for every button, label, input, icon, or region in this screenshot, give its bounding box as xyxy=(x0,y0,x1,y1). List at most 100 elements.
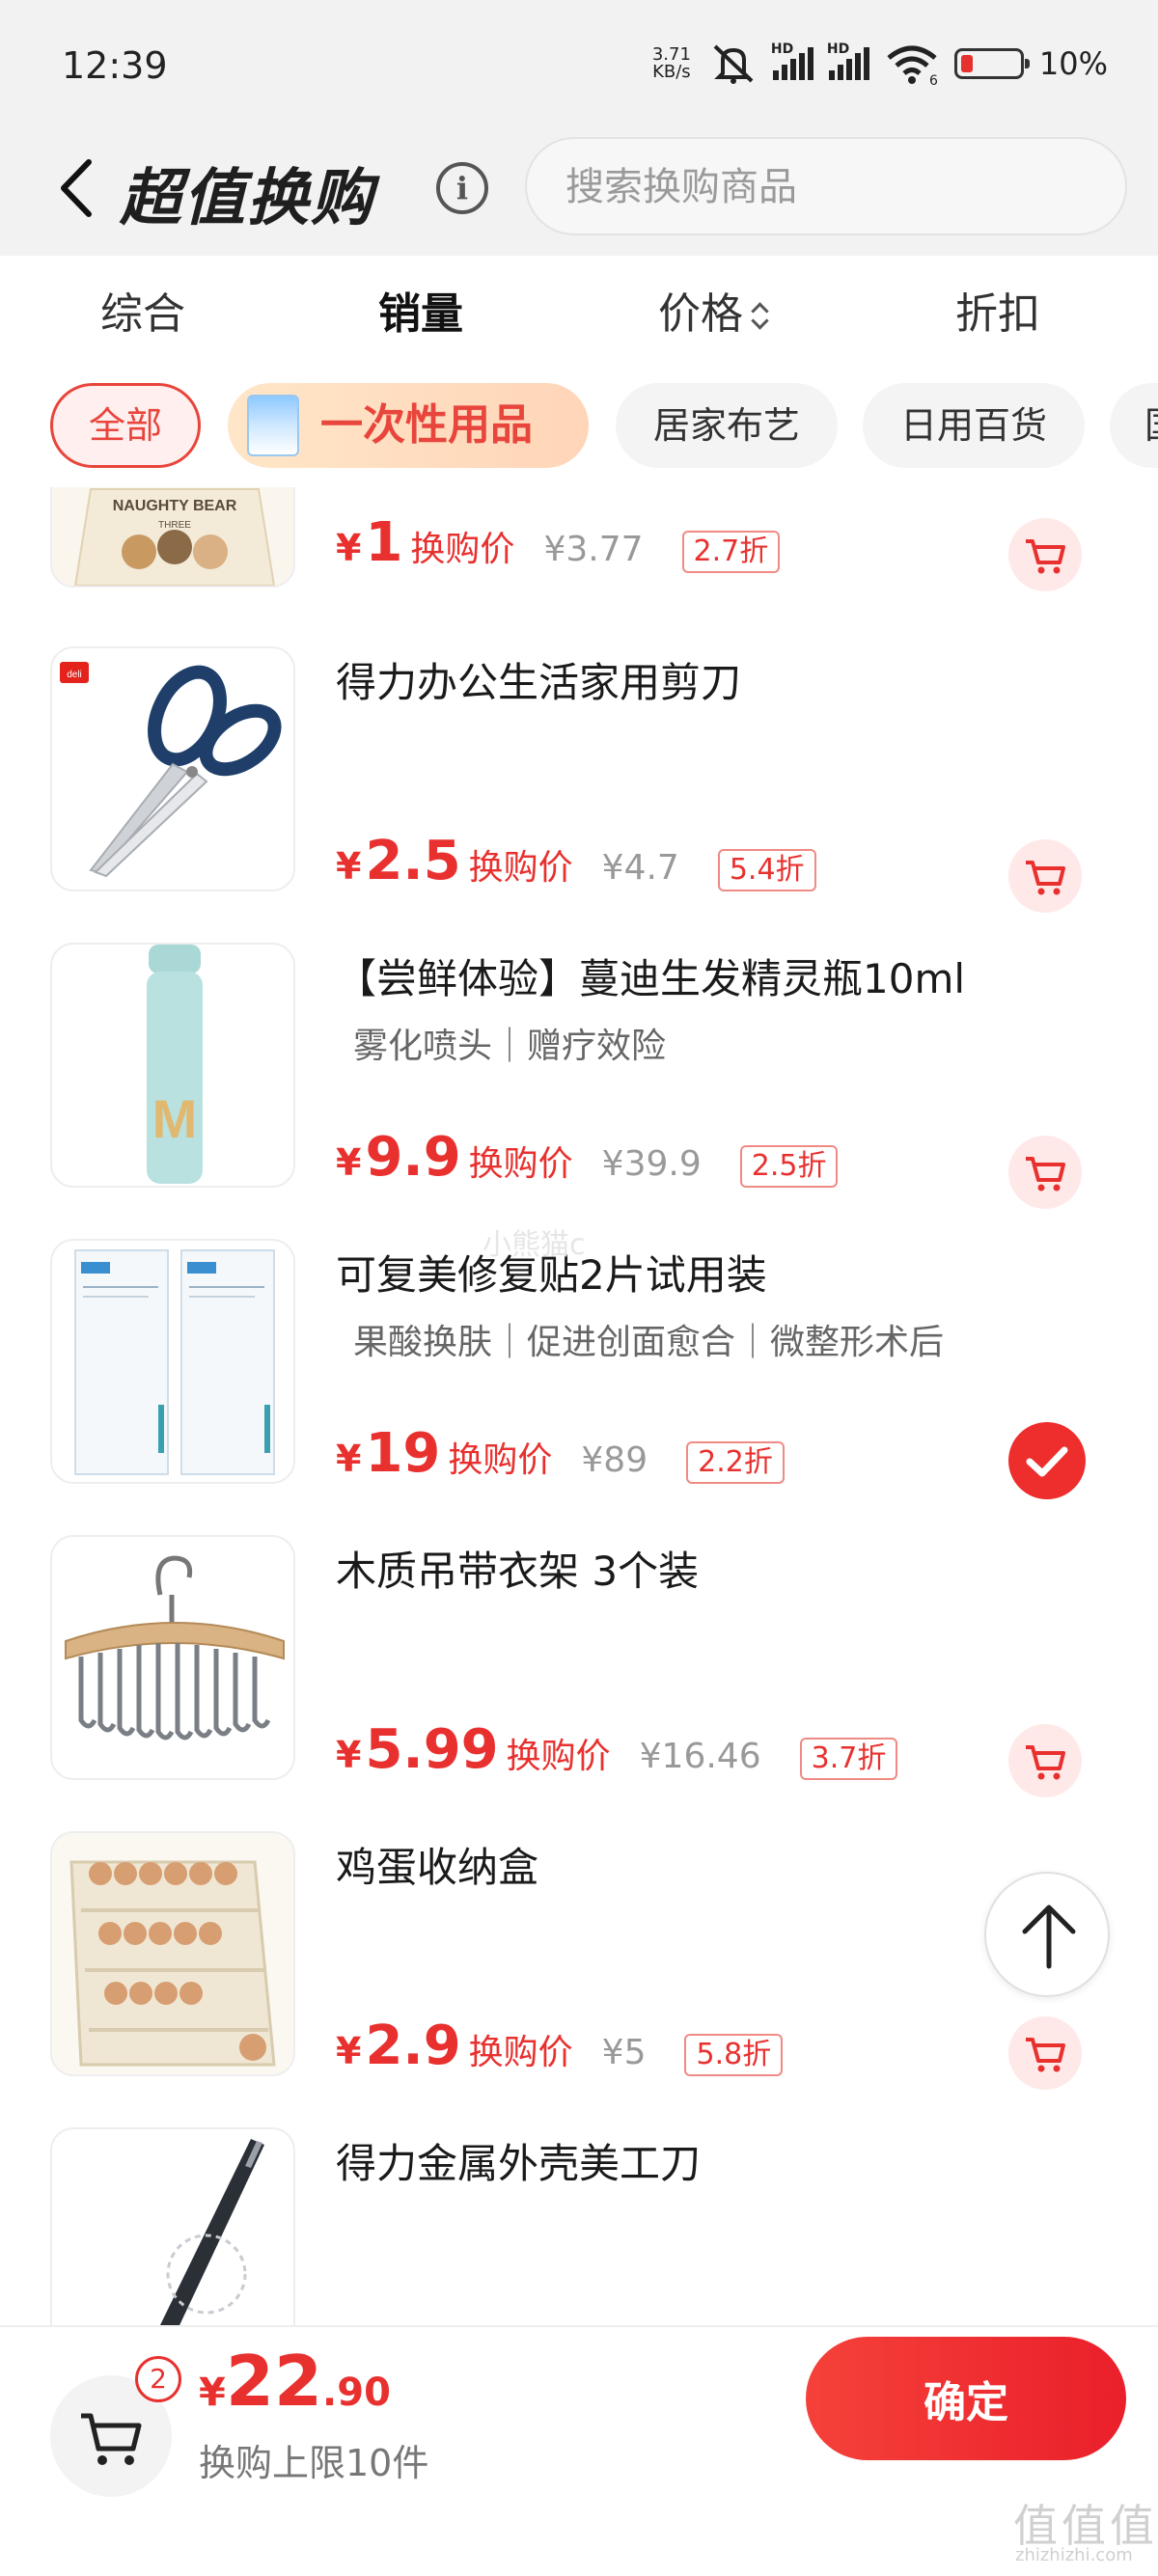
battery-icon xyxy=(953,48,1030,79)
category-more[interactable]: 国 xyxy=(1110,383,1158,468)
sort-bar: 综合 销量 价格 折扣 xyxy=(0,256,1158,362)
exchange-price: 2.9 xyxy=(365,2014,461,2077)
product-image-scissors: deli xyxy=(50,646,295,891)
exchange-price: 19 xyxy=(365,1422,441,1485)
cart-icon xyxy=(1026,1745,1065,1780)
battery-level: 10% xyxy=(1038,45,1108,82)
status-time: 12:39 xyxy=(62,44,168,87)
product-image-patch xyxy=(50,1239,295,1484)
product-list: NAUGHTY BEAR THREE ¥ 1 换购价 ¥3.77 2.7折 de… xyxy=(0,487,1158,2325)
original-price: ¥3.77 xyxy=(543,530,644,569)
cart-icon xyxy=(1026,539,1065,574)
check-icon xyxy=(1026,1446,1068,1477)
back-to-top-button[interactable] xyxy=(984,1872,1110,1997)
signal-icon-2: HD xyxy=(827,41,869,80)
status-icons: 3.71 KB/s HD HD 6 10% xyxy=(649,39,1108,89)
discount-badge: 5.8折 xyxy=(684,2034,784,2076)
watermark-text: 小熊猫c xyxy=(482,1228,586,1262)
tab-comprehensive[interactable]: 综合 xyxy=(100,279,185,341)
product-image-bag: NAUGHTY BEAR THREE xyxy=(50,487,295,588)
bottom-bar: 2 ¥22.90 换购上限10件 确定 值值值 zhizhizhi.com xyxy=(0,2325,1158,2576)
add-to-cart-button[interactable] xyxy=(1008,1136,1082,1209)
confirm-button[interactable]: 确定 xyxy=(806,2337,1126,2460)
cart-icon xyxy=(1026,1157,1065,1192)
search-box[interactable] xyxy=(525,137,1127,235)
original-price: ¥4.7 xyxy=(601,848,679,888)
mute-icon xyxy=(713,44,754,84)
svg-text:6: 6 xyxy=(929,73,938,85)
product-item[interactable]: NAUGHTY BEAR THREE ¥ 1 换购价 ¥3.77 2.7折 xyxy=(0,487,1158,639)
product-image-spray-bottle: M xyxy=(50,943,295,1188)
svg-text:NAUGHTY BEAR: NAUGHTY BEAR xyxy=(113,498,237,514)
discount-badge: 2.2折 xyxy=(686,1441,785,1484)
price-row: ¥ 2.9 换购价 ¥5 5.8折 xyxy=(336,2014,784,2082)
arrow-up-icon xyxy=(1022,1905,1076,1969)
category-disposable[interactable]: 一次性用品 xyxy=(228,383,589,468)
price-row: ¥ 19 换购价 ¥89 2.2折 xyxy=(336,1422,785,1490)
add-to-cart-button[interactable] xyxy=(1008,518,1082,591)
product-name: 木质吊带衣架 3个装 xyxy=(336,1548,700,1595)
product-name: 【尝鲜体验】蔓迪生发精灵瓶10ml xyxy=(336,955,966,1002)
exchange-price: 9.9 xyxy=(365,1126,461,1189)
wifi-icon: 6 xyxy=(887,45,938,85)
original-price: ¥39.9 xyxy=(601,1144,702,1184)
category-all[interactable]: 全部 xyxy=(50,383,201,468)
tab-price-label: 价格 xyxy=(658,289,743,339)
discount-badge: 5.4折 xyxy=(717,849,816,891)
discount-badge: 2.7折 xyxy=(681,531,781,573)
nav-bar: 超值换购 i xyxy=(0,135,1158,241)
cart-count-badge: 2 xyxy=(135,2356,181,2402)
add-to-cart-button[interactable] xyxy=(1008,2016,1082,2090)
category-daily-goods[interactable]: 日用百货 xyxy=(863,383,1085,468)
status-bar: 12:39 3.71 KB/s HD HD 6 10% xyxy=(0,0,1158,125)
product-item[interactable]: 可复美修复贴2片试用装 果酸换肤｜促进创面愈合｜微整形术后 ¥ 19 换购价 ¥… xyxy=(0,1239,1158,1535)
exchange-price: 1 xyxy=(365,511,403,574)
category-disposable-label: 一次性用品 xyxy=(320,400,533,450)
network-speed: 3.71 KB/s xyxy=(651,44,691,82)
product-name: 得力金属外壳美工刀 xyxy=(336,2140,702,2187)
tab-discount[interactable]: 折扣 xyxy=(955,279,1040,341)
search-input[interactable] xyxy=(565,160,1087,214)
add-to-cart-button[interactable] xyxy=(1008,839,1082,913)
product-tags: 果酸换肤｜促进创面愈合｜微整形术后 xyxy=(353,1323,945,1362)
category-chips: 全部 一次性用品 居家布艺 日用百货 国 xyxy=(0,362,1158,487)
svg-text:M: M xyxy=(152,1088,198,1149)
cart-icon xyxy=(1026,2038,1065,2072)
cart-icon xyxy=(1026,861,1065,895)
original-price: ¥89 xyxy=(581,1440,648,1480)
selected-check-button[interactable] xyxy=(1008,1422,1086,1499)
product-item[interactable]: 鸡蛋收纳盒 ¥ 2.9 换购价 ¥5 5.8折 xyxy=(0,1831,1158,2127)
total-price: ¥22.90 xyxy=(199,2341,391,2422)
tab-price[interactable]: 价格 xyxy=(658,279,770,341)
product-image-egg-box xyxy=(50,1831,295,2076)
milk-carton-icon xyxy=(247,395,299,456)
product-item[interactable]: 木质吊带衣架 3个装 ¥ 5.99 换购价 ¥16.46 3.7折 xyxy=(0,1535,1158,1831)
product-item[interactable]: deli 得力办公生活家用剪刀 ¥ 2.5 换购价 ¥4.7 5.4折 xyxy=(0,646,1158,943)
page-title: 超值换购 xyxy=(120,163,374,234)
tab-sales[interactable]: 销量 xyxy=(378,279,463,341)
sort-arrows-icon xyxy=(751,299,770,334)
svg-text:THREE: THREE xyxy=(158,520,191,531)
product-image-utility-knife xyxy=(50,2127,295,2325)
original-price: ¥5 xyxy=(601,2033,647,2072)
product-item[interactable]: 得力金属外壳美工刀 xyxy=(0,2127,1158,2325)
discount-badge: 3.7折 xyxy=(799,1738,898,1780)
svg-text:deli: deli xyxy=(67,670,82,680)
back-icon[interactable] xyxy=(50,154,108,222)
product-tags: 雾化喷头｜赠疗效险 xyxy=(353,1027,667,1066)
category-home-fabric[interactable]: 居家布艺 xyxy=(616,383,838,468)
top-area: 12:39 3.71 KB/s HD HD 6 10% 超值换购 i 搜索换购商… xyxy=(0,0,1158,256)
watermark-url: zhizhizhi.com xyxy=(1015,2545,1133,2565)
info-icon[interactable]: i xyxy=(436,162,488,214)
exchange-limit: 换购上限10件 xyxy=(199,2442,429,2484)
price-row: ¥ 2.5 换购价 ¥4.7 5.4折 xyxy=(336,830,816,897)
product-item[interactable]: M 【尝鲜体验】蔓迪生发精灵瓶10ml 雾化喷头｜赠疗效险 ¥ 9.9 换购价 … xyxy=(0,943,1158,1239)
exchange-price: 5.99 xyxy=(365,1718,499,1781)
product-name: 得力办公生活家用剪刀 xyxy=(336,659,742,706)
original-price: ¥16.46 xyxy=(639,1737,761,1776)
add-to-cart-button[interactable] xyxy=(1008,1724,1082,1797)
price-row: ¥ 5.99 换购价 ¥16.46 3.7折 xyxy=(336,1718,898,1786)
price-row: ¥ 1 换购价 ¥3.77 2.7折 xyxy=(336,511,781,579)
signal-icon: HD xyxy=(771,41,813,80)
product-name: 鸡蛋收纳盒 xyxy=(336,1844,539,1891)
